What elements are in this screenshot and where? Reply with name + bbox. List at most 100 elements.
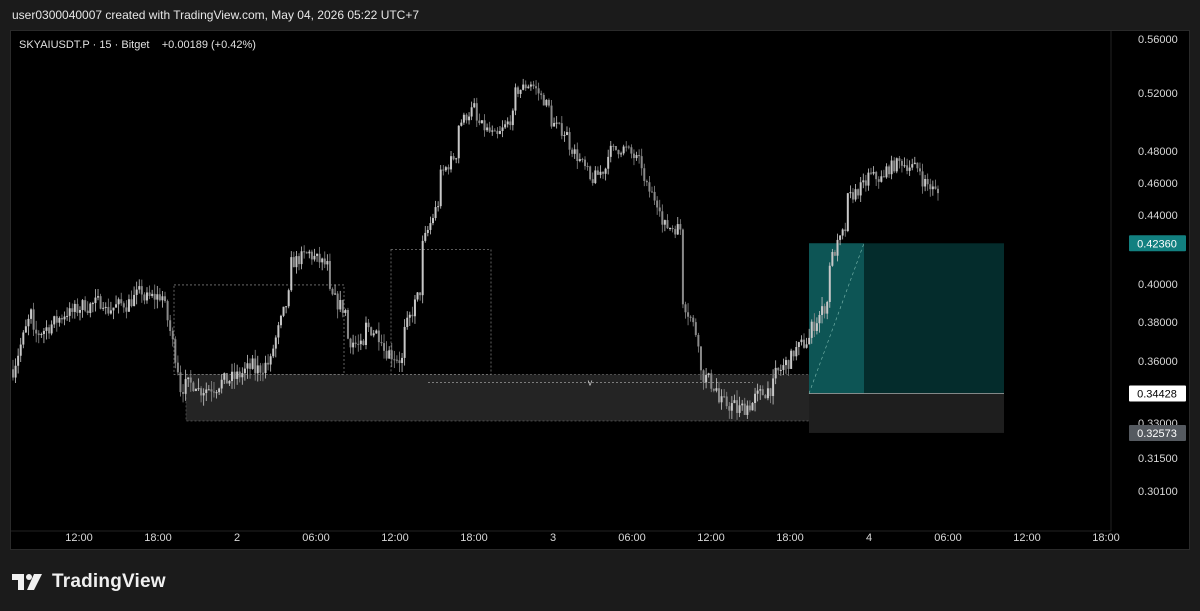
candle-body	[769, 388, 772, 397]
candle-body	[383, 343, 386, 351]
candle-body	[656, 200, 659, 208]
candle-body	[300, 251, 303, 265]
candle-body	[666, 220, 669, 229]
candle-body	[620, 153, 623, 155]
candle-body	[122, 303, 125, 308]
candle-body	[395, 359, 398, 361]
candle-body	[339, 300, 342, 310]
candle-body	[895, 158, 898, 172]
candle-body	[233, 371, 236, 379]
candle-body	[545, 99, 548, 106]
legend-interval: 15	[99, 39, 112, 51]
candle-body	[900, 160, 903, 166]
x-tick-label: 12:00	[381, 532, 409, 544]
candle-body	[779, 369, 782, 371]
candle-body	[571, 149, 574, 154]
candle-body	[393, 359, 396, 361]
candle-body	[741, 403, 744, 406]
candle-body	[140, 286, 143, 295]
candle-body	[17, 355, 20, 366]
candle-body	[475, 103, 478, 121]
candle-body	[586, 166, 589, 168]
candle-body	[151, 293, 154, 296]
price-label-text: 0.32573	[1137, 428, 1177, 440]
candle-body	[341, 300, 344, 313]
candle-body	[725, 396, 728, 407]
candle-body	[212, 391, 215, 393]
candle-body	[32, 309, 35, 330]
candle-body	[156, 294, 159, 300]
y-tick-label: 0.46000	[1138, 178, 1178, 190]
candle-body	[578, 159, 581, 161]
candle-body	[367, 322, 370, 328]
candle-body	[419, 292, 422, 296]
tradingview-logo-icon	[12, 574, 42, 590]
price-label-text: 0.42360	[1137, 238, 1177, 250]
candle-body	[292, 257, 295, 268]
candle-body	[632, 153, 635, 159]
brand-footer[interactable]: TradingView	[12, 570, 166, 594]
candle-body	[161, 296, 164, 301]
candle-body	[424, 232, 427, 241]
candle-body	[390, 350, 393, 360]
candle-body	[687, 312, 690, 317]
candle-body	[808, 337, 811, 345]
candle-body	[617, 149, 620, 155]
candle-body	[609, 145, 612, 157]
candle-body	[821, 306, 824, 315]
candle-body	[84, 300, 87, 311]
candle-body	[650, 191, 653, 193]
candle-body	[604, 168, 607, 174]
x-tick-label: 06:00	[302, 532, 330, 544]
candle-body	[401, 357, 404, 364]
candle-body	[439, 169, 442, 207]
candle-body	[91, 303, 94, 305]
candle-body	[455, 158, 458, 160]
candle-body	[754, 393, 757, 403]
candle-body	[818, 314, 821, 324]
candle-body	[761, 389, 764, 396]
candle-body	[671, 228, 674, 230]
y-tick-label: 0.30100	[1138, 486, 1178, 498]
candle-body	[184, 379, 187, 394]
candle-body	[107, 306, 110, 314]
candle-body	[774, 367, 777, 379]
candle-body	[421, 240, 424, 296]
price-chart[interactable]: v 0.56000 0.52000 0.48000 0.46000 0.44000 0.40…	[11, 31, 1191, 551]
candle-body	[60, 317, 63, 320]
candle-body	[674, 229, 677, 235]
candle-body	[857, 189, 860, 196]
candle-body	[877, 179, 880, 182]
legend-spacer	[153, 39, 159, 51]
candle-body	[777, 367, 780, 371]
candle-body	[364, 322, 367, 346]
candle-body	[614, 145, 617, 150]
candle-body	[828, 265, 831, 302]
candle-body	[906, 165, 909, 171]
x-tick-label: 18:00	[1092, 532, 1120, 544]
candle-body	[547, 99, 550, 106]
candle-body	[63, 316, 66, 320]
y-tick-label: 0.44000	[1138, 210, 1178, 222]
chart-panel[interactable]: v 0.56000 0.52000 0.48000 0.46000 0.44000 0.40…	[10, 30, 1190, 550]
x-tick-label: 2	[234, 532, 240, 544]
candle-body	[431, 218, 434, 224]
candle-body	[797, 342, 800, 348]
candle-body	[748, 405, 751, 411]
candle-body	[826, 301, 829, 314]
candle-body	[926, 178, 929, 185]
candle-body	[486, 127, 489, 131]
candle-body	[648, 182, 651, 192]
candle-body	[715, 388, 718, 391]
candle-body	[143, 294, 146, 301]
candle-body	[104, 306, 107, 308]
candle-body	[323, 258, 326, 265]
candle-body	[357, 343, 360, 345]
candle-body	[313, 255, 316, 260]
candle-body	[398, 360, 401, 364]
candle-body	[413, 299, 416, 317]
candle-body	[220, 379, 223, 389]
brand-name: TradingView	[52, 571, 166, 592]
candle-body	[182, 392, 185, 394]
y-tick-label: 0.40000	[1138, 279, 1178, 291]
